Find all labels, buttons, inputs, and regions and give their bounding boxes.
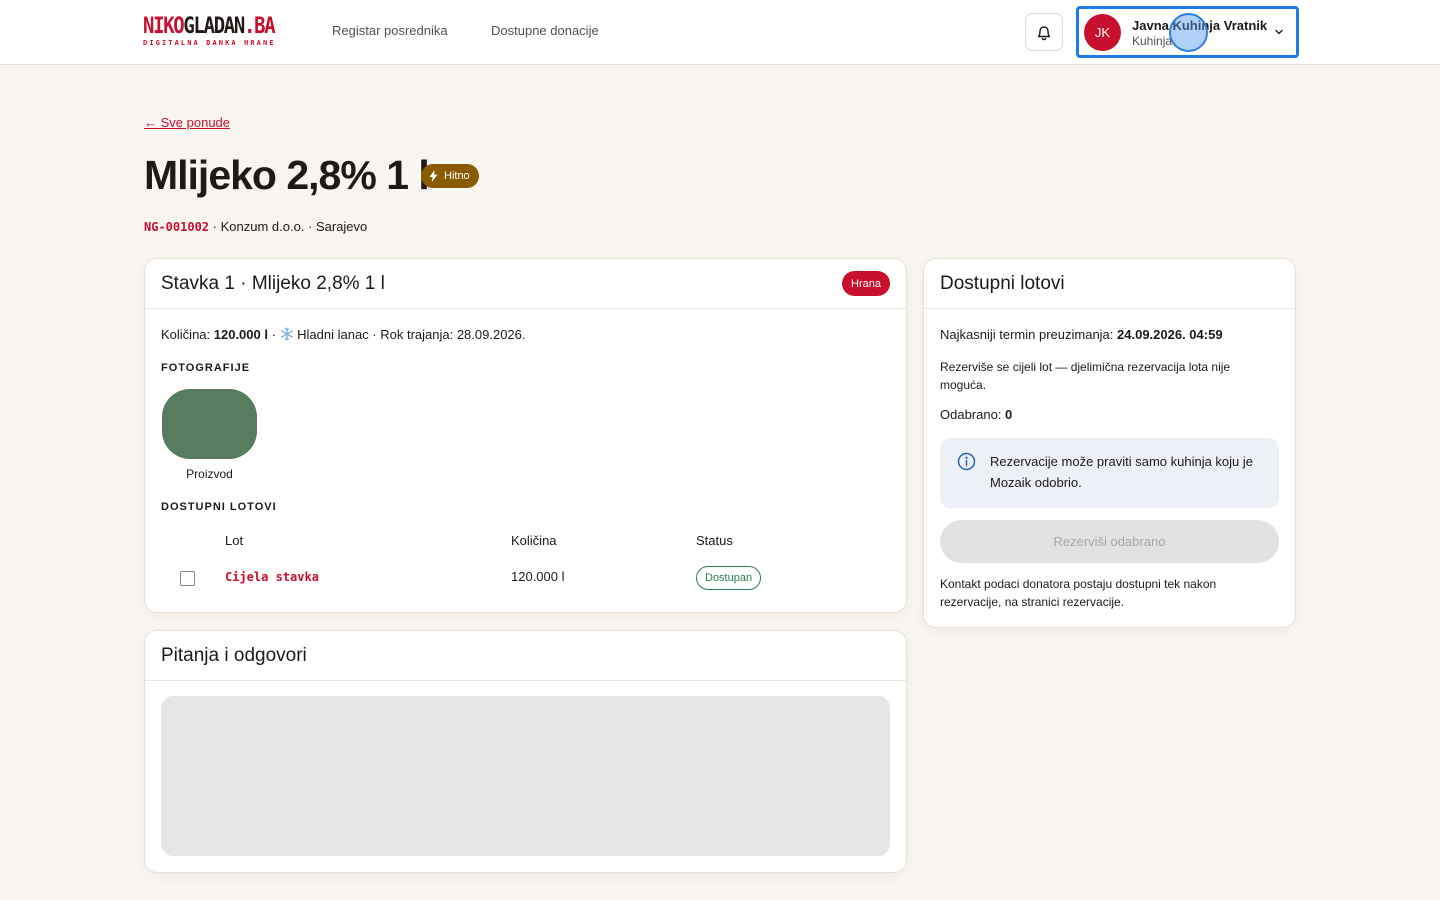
reserve-selected-button[interactable]: Rezerviši odabrano	[940, 520, 1279, 563]
qa-card-header: Pitanja i odgovori	[145, 631, 906, 681]
latest-pickup-value: 24.09.2026. 04:59	[1117, 327, 1223, 342]
top-bar: NIKOGLADAN.BA DIGITALNA BANKA HRANE Regi…	[0, 0, 1440, 65]
qa-loading-placeholder	[161, 696, 890, 856]
photos-section-label: FOTOGRAFIJE	[161, 362, 251, 374]
lot-select-checkbox[interactable]	[180, 571, 195, 586]
snowflake-icon	[280, 327, 293, 341]
bell-icon	[1037, 25, 1051, 40]
info-box: Rezervacije može praviti samo kuhinja ko…	[940, 438, 1279, 508]
offer-meta: NG-001002 · Konzum d.o.o. · Sarajevo	[144, 219, 367, 234]
contact-note: Kontakt podaci donatora postaju dostupni…	[940, 577, 1217, 609]
photo-caption: Proizvod	[186, 467, 233, 481]
lightning-icon	[429, 170, 438, 182]
logo-wordmark: NIKOGLADAN.BA	[143, 14, 276, 39]
lot-quantity: 120.000 l	[511, 569, 565, 584]
column-header-lot: Lot	[225, 533, 244, 548]
back-to-offers-link[interactable]: ← Sve ponude	[144, 115, 230, 130]
page-title: Mlijeko 2,8% 1 l	[144, 152, 430, 198]
urgent-badge: Hitno	[421, 164, 479, 188]
avatar: JK	[1084, 14, 1121, 51]
user-role: Kuhinja	[1132, 34, 1173, 48]
pointer-cursor-indicator	[1169, 13, 1208, 52]
item-card: Stavka 1 · Mlijeko 2,8% 1 l Hrana Količi…	[144, 258, 907, 613]
selected-count-value: 0	[1005, 407, 1013, 422]
chevron-down-icon	[1275, 29, 1283, 35]
logo-tagline: DIGITALNA BANKA HRANE	[143, 39, 276, 47]
logo[interactable]: NIKOGLADAN.BA DIGITALNA BANKA HRANE	[143, 14, 283, 48]
item-storage-expiry: Hladni lanac · Rok trajanja: 28.09.2026.	[293, 327, 526, 342]
notifications-button[interactable]	[1025, 13, 1063, 51]
qa-card-title: Pitanja i odgovori	[161, 645, 307, 666]
item-card-title: Stavka 1 · Mlijeko 2,8% 1 l	[161, 273, 385, 294]
item-card-header: Stavka 1 · Mlijeko 2,8% 1 l Hrana	[145, 259, 906, 309]
nav-link-registar-posrednika[interactable]: Registar posrednika	[332, 23, 448, 38]
item-details: Količina: 120.000 l · Hladni lanac · Rok…	[161, 327, 526, 342]
nav-link-dostupne-donacije[interactable]: Dostupne donacije	[491, 23, 599, 38]
category-badge: Hrana	[842, 271, 890, 296]
product-photo[interactable]	[162, 389, 257, 459]
info-text: Rezervacije može praviti samo kuhinja ko…	[990, 454, 1254, 490]
item-quantity: 120.000 l	[213, 327, 268, 342]
offer-donor-location: · Konzum d.o.o. · Sarajevo	[209, 219, 368, 234]
lots-card-header: Dostupni lotovi	[924, 259, 1295, 309]
lots-section-label: DOSTUPNI LOTOVI	[161, 501, 277, 513]
status-badge: Dostupan	[696, 566, 762, 590]
reserve-whole-lot-note: Rezerviše se cijeli lot — djelimična rez…	[940, 360, 1231, 392]
available-lots-card: Dostupni lotovi Najkasniji termin preuzi…	[923, 258, 1296, 628]
lots-card-title: Dostupni lotovi	[940, 273, 1065, 294]
selected-count: Odabrano: 0	[940, 407, 1013, 422]
qa-card: Pitanja i odgovori	[144, 630, 907, 873]
urgent-badge-label: Hitno	[444, 170, 470, 182]
latest-pickup: Najkasniji termin preuzimanja: 24.09.202…	[940, 327, 1223, 342]
offer-code: NG-001002	[144, 220, 210, 234]
lot-name: Cijela stavka	[225, 570, 319, 584]
info-icon	[957, 452, 976, 471]
column-header-status: Status	[696, 533, 733, 548]
column-header-quantity: Količina	[511, 533, 557, 548]
